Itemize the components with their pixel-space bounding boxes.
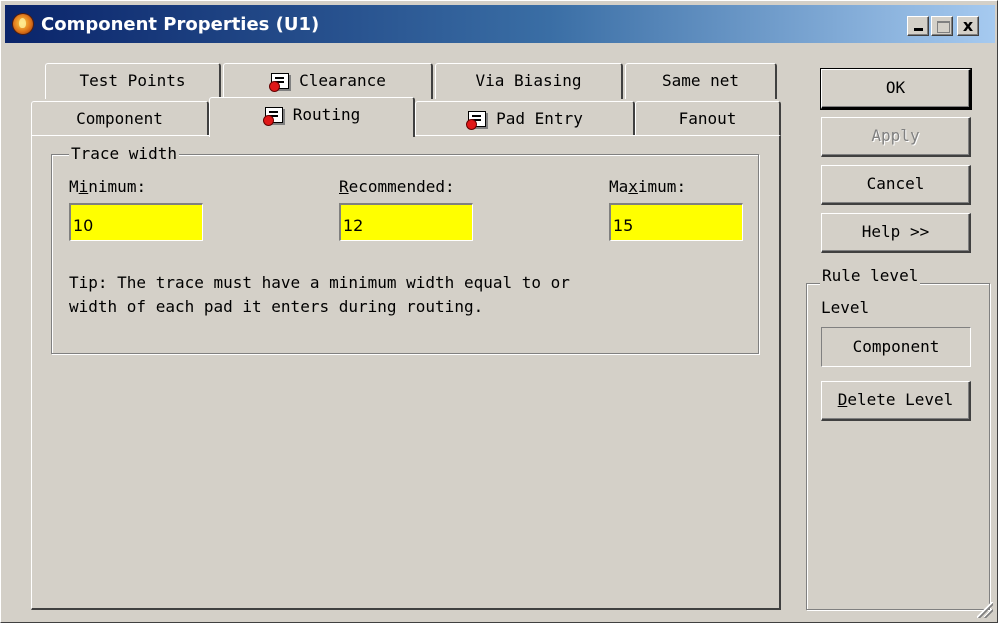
tab-label: Routing <box>292 105 361 124</box>
level-label: Level <box>821 298 870 317</box>
tab-label: Fanout <box>678 109 737 128</box>
close-button[interactable]: x <box>957 16 979 36</box>
window-title: Component Properties (U1) <box>41 14 320 35</box>
recommended-width-input[interactable] <box>339 203 473 241</box>
rule-sheet-icon <box>466 110 488 130</box>
tab-via-biasing[interactable]: Via Biasing <box>435 63 623 99</box>
tab-label: Test Points <box>79 71 186 90</box>
rule-sheet-icon <box>262 106 285 126</box>
app-flame-icon[interactable] <box>13 14 33 34</box>
maximum-label: Maximum: <box>609 177 687 196</box>
component-properties-dialog: Component Properties (U1) x Test Points … <box>0 0 998 623</box>
rule-sheet-icon <box>269 72 291 92</box>
tab-label: Clearance <box>299 71 386 90</box>
ok-button[interactable]: OK <box>820 68 972 110</box>
trace-width-legend: Trace width <box>69 144 179 163</box>
minimum-label: Minimum: <box>69 177 147 196</box>
tab-test-points[interactable]: Test Points <box>45 63 221 99</box>
delete-level-button[interactable]: Delete Level <box>821 381 971 421</box>
level-value: Component <box>821 327 971 367</box>
tab-label: Pad Entry <box>496 109 583 128</box>
cancel-button[interactable]: Cancel <box>821 165 971 205</box>
tab-label: Component <box>76 109 163 128</box>
rule-level-legend: Rule level <box>820 266 921 285</box>
apply-button[interactable]: Apply <box>821 117 971 157</box>
maximize-button[interactable] <box>931 16 953 36</box>
tab-routing[interactable]: Routing <box>209 97 415 137</box>
routing-tip-text: Tip: The trace must have a minimum width… <box>69 273 570 316</box>
tab-component[interactable]: Component <box>31 101 209 135</box>
tab-same-net[interactable]: Same net <box>625 63 777 99</box>
minimize-button[interactable] <box>907 16 929 36</box>
recommended-label: Recommended: <box>339 177 455 196</box>
tab-label: Via Biasing <box>475 71 582 90</box>
help-button[interactable]: Help >> <box>821 213 971 253</box>
tab-clearance[interactable]: Clearance <box>223 63 433 99</box>
tab-fanout[interactable]: Fanout <box>635 101 781 135</box>
maximum-width-input[interactable] <box>609 203 743 241</box>
title-bar[interactable]: Component Properties (U1) x <box>5 5 995 43</box>
tab-label: Same net <box>661 71 740 90</box>
tab-pad-entry[interactable]: Pad Entry <box>415 101 635 135</box>
close-icon: x <box>962 16 974 35</box>
resize-grip-icon[interactable] <box>977 602 993 618</box>
minimum-width-input[interactable] <box>69 203 203 241</box>
